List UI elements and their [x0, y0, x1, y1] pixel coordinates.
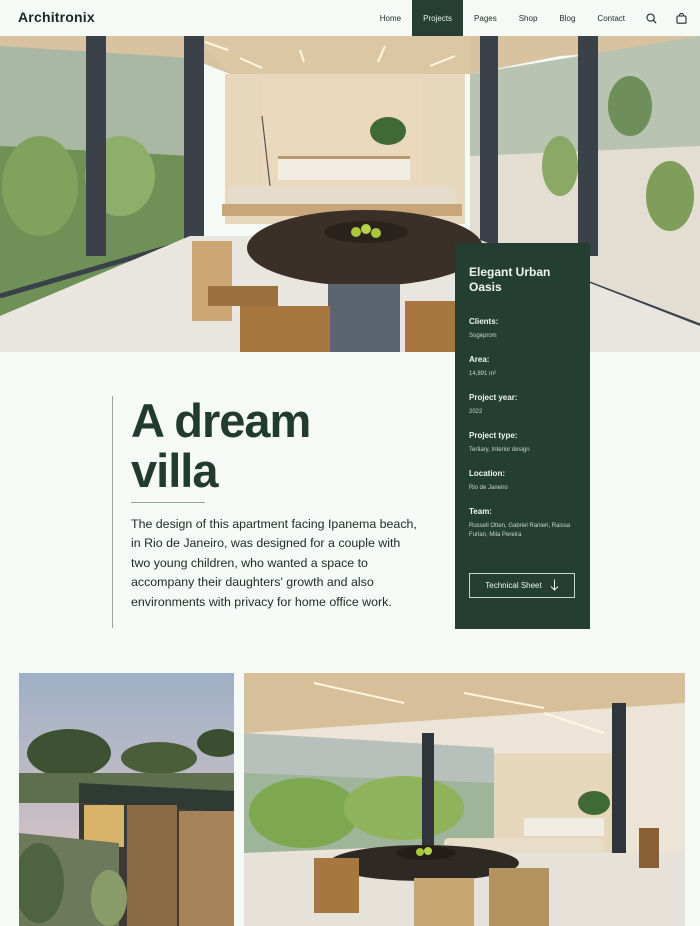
hero-image	[0, 36, 700, 352]
project-info-card: Elegant Urban Oasis Clients: Sogeprom Ar…	[455, 243, 590, 629]
detail-team: Team: Russell Otten, Gabriel Ranieri, Ra…	[469, 507, 576, 540]
vertical-divider	[112, 396, 113, 628]
detail-label: Area:	[469, 355, 490, 364]
interior-photo	[244, 673, 685, 926]
detail-project-type: Project type: Tertiary, Interior design	[469, 431, 576, 455]
detail-label: Team:	[469, 507, 492, 516]
detail-label: Project year:	[469, 393, 518, 402]
detail-label: Project type:	[469, 431, 518, 440]
main-nav: Home Projects Pages Shop Blog Contact	[369, 0, 700, 36]
detail-value: Russell Otten, Gabriel Ranieri, Raissa F…	[469, 523, 571, 538]
detail-project-year: Project year: 2022	[469, 393, 576, 417]
detail-area: Area: 14,891 m²	[469, 355, 576, 379]
site-logo[interactable]: Architronix	[18, 9, 95, 25]
headline-line-1: A dream	[131, 394, 311, 447]
nav-projects[interactable]: Projects	[412, 0, 464, 36]
detail-clients: Clients: Sogeprom	[469, 317, 576, 341]
detail-value: 14,891 m²	[469, 371, 497, 377]
project-page: Architronix Home Projects Pages Shop Blo…	[0, 0, 700, 926]
arrow-down-icon	[550, 579, 559, 593]
detail-value: Rio de Janeiro	[469, 485, 508, 491]
detail-value: Sogeprom	[469, 333, 497, 339]
detail-label: Location:	[469, 469, 505, 478]
detail-value: Tertiary, Interior design	[469, 447, 530, 453]
page-headline: A dream villa	[131, 394, 311, 497]
nav-pages[interactable]: Pages	[463, 0, 508, 36]
nav-blog[interactable]: Blog	[548, 0, 586, 36]
detail-value: 2022	[469, 409, 483, 415]
technical-sheet-button[interactable]: Technical Sheet	[469, 573, 575, 598]
headline-line-2: villa	[131, 444, 218, 497]
detail-location: Location: Rio de Janeiro	[469, 469, 576, 493]
shopping-bag-icon[interactable]	[666, 0, 696, 36]
horizontal-divider	[131, 502, 205, 503]
project-title: Elegant Urban Oasis	[469, 265, 551, 294]
exterior-photo	[19, 673, 234, 926]
nav-home[interactable]: Home	[369, 0, 412, 36]
site-header: Architronix Home Projects Pages Shop Blo…	[0, 0, 700, 36]
intro-paragraph: The design of this apartment facing Ipan…	[131, 517, 417, 609]
nav-shop[interactable]: Shop	[508, 0, 549, 36]
detail-label: Clients:	[469, 317, 499, 326]
technical-sheet-label: Technical Sheet	[485, 581, 542, 590]
nav-contact[interactable]: Contact	[586, 0, 636, 36]
search-icon[interactable]	[636, 0, 666, 36]
